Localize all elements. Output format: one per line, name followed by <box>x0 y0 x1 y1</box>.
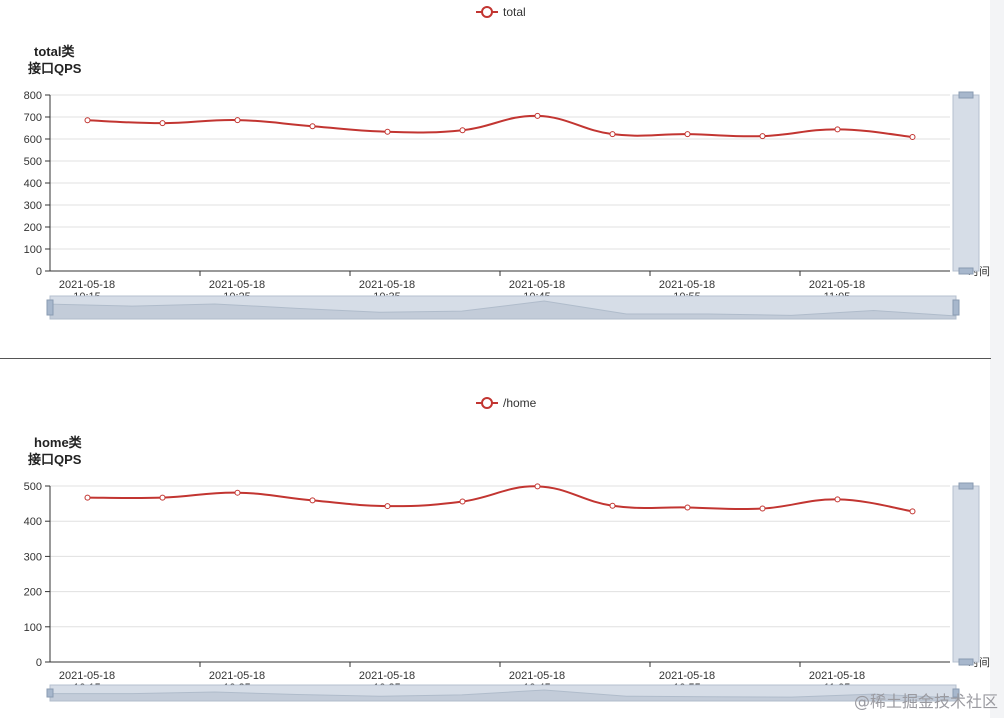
y-tick-label: 200 <box>24 222 42 234</box>
vertical-zoom-slider[interactable] <box>952 482 980 666</box>
total-qps-chart: total total类接口QPS 0 100 200 300 400 500 600 700 80… <box>24 5 990 320</box>
legend-label: total <box>503 5 526 19</box>
legend[interactable]: /home <box>476 396 537 410</box>
data-point[interactable] <box>534 483 541 490</box>
data-point[interactable] <box>459 498 466 505</box>
vertical-zoom-track[interactable] <box>952 94 980 272</box>
y-tick-label: 500 <box>24 481 42 493</box>
chart-title-line-2: 接口QPS <box>28 61 82 76</box>
y-tick-label: 0 <box>36 657 42 669</box>
data-point[interactable] <box>309 497 316 504</box>
x-tick-label-date: 2021-05-18 <box>209 670 265 682</box>
data-point[interactable] <box>234 489 241 496</box>
vertical-zoom-slider[interactable] <box>952 91 980 275</box>
vertical-zoom-handle-top[interactable] <box>958 482 974 490</box>
home-qps-chart: /home home类接口QPS 0 100 200 300 400 500 2021-05-1… <box>24 396 990 702</box>
legend-circle-icon <box>481 6 493 18</box>
data-point[interactable] <box>759 133 766 140</box>
y-tick-label: 0 <box>36 266 42 278</box>
x-tick-label-date: 2021-05-18 <box>809 279 865 291</box>
horizontal-zoom-slider[interactable] <box>46 684 960 702</box>
data-point[interactable] <box>384 128 391 135</box>
x-tick-label-date: 2021-05-18 <box>359 670 415 682</box>
x-tick-label-date: 2021-05-18 <box>59 279 115 291</box>
x-tick-label-date: 2021-05-18 <box>59 670 115 682</box>
data-point[interactable] <box>759 505 766 512</box>
legend-label: /home <box>503 396 537 410</box>
legend-circle-icon <box>481 397 493 409</box>
x-tick-label-date: 2021-05-18 <box>659 670 715 682</box>
legend[interactable]: total <box>476 5 526 19</box>
y-tick-label: 300 <box>24 200 42 212</box>
y-tick-label: 100 <box>24 622 42 634</box>
data-point[interactable] <box>159 494 166 501</box>
data-point[interactable] <box>534 112 541 119</box>
watermark: @稀土掘金技术社区 <box>853 692 998 711</box>
y-tick-label: 400 <box>24 516 42 528</box>
y-tick-label: 400 <box>24 178 42 190</box>
vertical-zoom-handle-top[interactable] <box>958 91 974 99</box>
y-tick-label: 600 <box>24 134 42 146</box>
x-tick-label-date: 2021-05-18 <box>659 279 715 291</box>
data-point[interactable] <box>684 131 691 138</box>
data-point[interactable] <box>834 126 841 133</box>
data-point[interactable] <box>384 503 391 510</box>
y-tick-label: 100 <box>24 244 42 256</box>
chart-title-line-1: home类 <box>34 435 83 450</box>
series-line <box>87 485 913 513</box>
y-tick-label: 800 <box>24 90 42 102</box>
y-tick-label: 200 <box>24 587 42 599</box>
zoom-handle-left[interactable] <box>46 299 54 316</box>
zoom-handle-left[interactable] <box>46 688 54 698</box>
data-point[interactable] <box>834 496 841 503</box>
y-tick-label: 500 <box>24 156 42 168</box>
data-point[interactable] <box>159 120 166 127</box>
data-point[interactable] <box>609 502 616 509</box>
vertical-zoom-track[interactable] <box>952 485 980 663</box>
x-tick-label-date: 2021-05-18 <box>509 279 565 291</box>
data-point[interactable] <box>909 508 916 515</box>
chart-title-line-1: total类 <box>34 44 75 59</box>
x-tick-label-date: 2021-05-18 <box>509 670 565 682</box>
y-tick-label: 700 <box>24 112 42 124</box>
data-point[interactable] <box>309 123 316 130</box>
data-point[interactable] <box>909 134 916 141</box>
data-point[interactable] <box>84 117 91 124</box>
data-point[interactable] <box>84 494 91 501</box>
y-tick-label: 300 <box>24 551 42 563</box>
data-point[interactable] <box>234 117 241 124</box>
x-tick-label-date: 2021-05-18 <box>359 279 415 291</box>
data-point[interactable] <box>684 504 691 511</box>
chart-title-line-2: 接口QPS <box>28 452 82 467</box>
vertical-zoom-handle-bottom[interactable] <box>958 267 974 275</box>
horizontal-zoom-slider[interactable] <box>46 295 960 320</box>
zoom-handle-right[interactable] <box>952 299 960 316</box>
data-point[interactable] <box>459 127 466 134</box>
vertical-zoom-handle-bottom[interactable] <box>958 658 974 666</box>
x-tick-label-date: 2021-05-18 <box>209 279 265 291</box>
x-tick-label-date: 2021-05-18 <box>809 670 865 682</box>
data-point[interactable] <box>609 131 616 138</box>
series-line <box>87 114 913 139</box>
